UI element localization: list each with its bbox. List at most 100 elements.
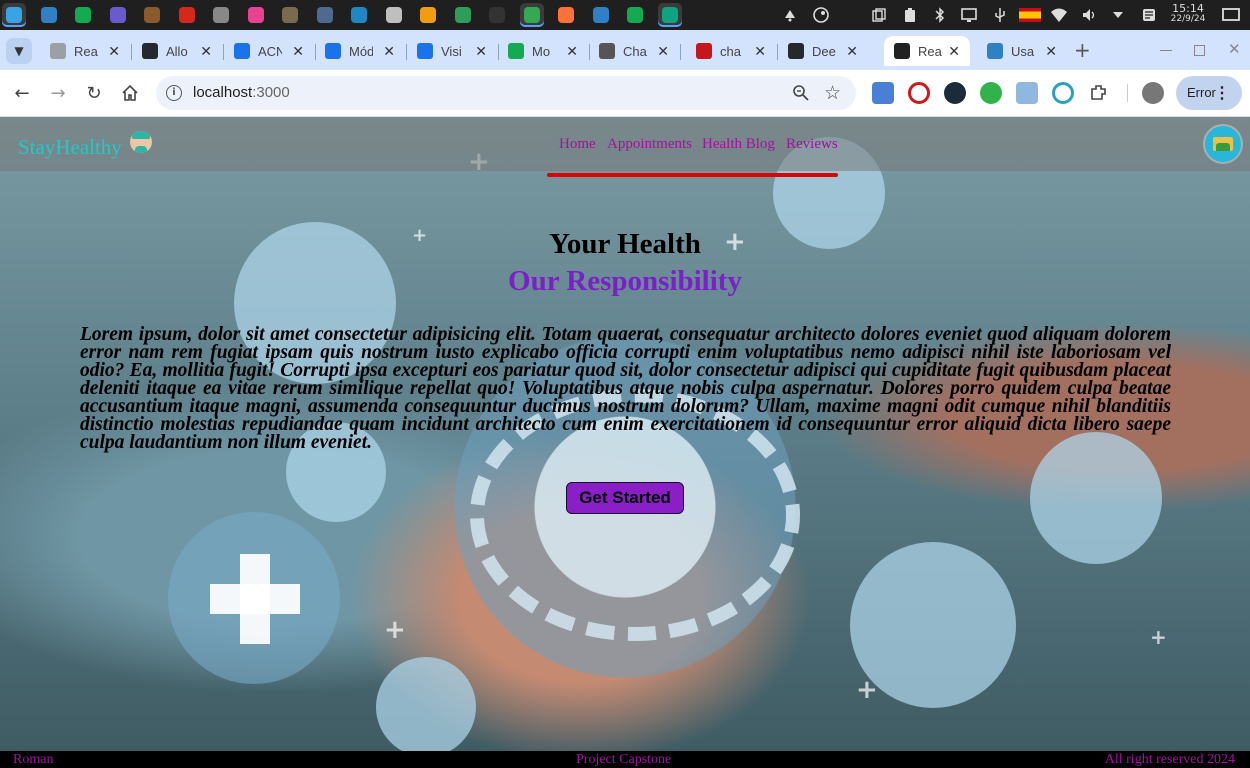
show-desktop-icon[interactable] bbox=[1222, 7, 1240, 23]
keyboard-layout-spain-flag-icon[interactable] bbox=[1019, 8, 1041, 22]
get-started-button[interactable]: Get Started bbox=[566, 482, 684, 514]
color-picker-app-icon[interactable] bbox=[416, 3, 440, 27]
tab-close-icon[interactable]: ✕ bbox=[383, 43, 395, 59]
usb-icon[interactable] bbox=[992, 7, 1008, 23]
battery-icon[interactable] bbox=[902, 7, 918, 23]
android-studio-icon[interactable] bbox=[451, 3, 475, 27]
chrome-icon[interactable] bbox=[519, 3, 544, 27]
archive-app-icon[interactable] bbox=[313, 3, 337, 27]
maximize-icon[interactable] bbox=[1194, 45, 1205, 56]
tab-acn[interactable]: ACN ✕ bbox=[224, 36, 314, 66]
files-app-icon[interactable] bbox=[382, 3, 406, 27]
tab-close-icon[interactable]: ✕ bbox=[108, 43, 120, 59]
footer-project: Project Capstone bbox=[576, 752, 672, 767]
profile-avatar-icon[interactable] bbox=[1205, 126, 1241, 162]
vscode-icon[interactable] bbox=[37, 3, 61, 27]
close-window-icon[interactable]: ✕ bbox=[1228, 40, 1241, 58]
red-triangle-app-icon-glyph bbox=[178, 7, 195, 23]
vscode-icon-2-glyph bbox=[592, 7, 609, 23]
gimp-icon[interactable] bbox=[278, 3, 302, 27]
favicon-icon bbox=[234, 43, 250, 59]
zoom-icon[interactable] bbox=[792, 84, 810, 106]
blue-circle-app-icon[interactable] bbox=[347, 3, 371, 27]
translate-extension-icon[interactable] bbox=[872, 82, 894, 104]
brand-logo-text[interactable]: StayHealthy bbox=[18, 135, 122, 160]
tray-expand-icon[interactable] bbox=[1110, 7, 1126, 23]
brand-doctor-icon bbox=[130, 131, 152, 153]
nav-link-appointments[interactable]: Appointments bbox=[607, 136, 692, 153]
mongodb-compass-icon[interactable] bbox=[71, 3, 95, 27]
tab-react-1[interactable]: Rea ✕ bbox=[40, 36, 130, 66]
notification-icon[interactable] bbox=[782, 7, 798, 23]
tab-visi[interactable]: Visi ✕ bbox=[407, 36, 497, 66]
tab-close-icon[interactable]: ✕ bbox=[566, 43, 578, 59]
tab-chatgpt[interactable]: Cha ✕ bbox=[589, 36, 679, 66]
address-bar[interactable]: i localhost:3000 ☆ bbox=[156, 76, 856, 110]
site-navbar: StayHealthy Home Appointments Health Blo… bbox=[0, 117, 1250, 171]
site-info-icon[interactable]: i bbox=[166, 85, 182, 101]
volume-icon[interactable] bbox=[1081, 7, 1097, 23]
web-page: + + + + + + StayHealthy Home Appointment… bbox=[0, 117, 1250, 768]
ring-extension-icon[interactable] bbox=[1052, 82, 1074, 104]
block-extension-icon[interactable] bbox=[908, 82, 930, 104]
system-clock[interactable]: 15:14 22/9/24 bbox=[1164, 3, 1212, 24]
display-icon[interactable] bbox=[961, 7, 977, 23]
tab-title: Mód bbox=[349, 43, 373, 59]
sparkle-icon: + bbox=[856, 675, 878, 705]
chatgpt-icon[interactable] bbox=[657, 3, 682, 27]
blue-circle-app-icon-glyph bbox=[351, 7, 367, 23]
profile-error-button[interactable]: Error ⋮ bbox=[1176, 76, 1242, 110]
minecraft-icon[interactable] bbox=[140, 3, 164, 27]
capture-extension-icon[interactable] bbox=[1016, 82, 1038, 104]
steam-icon[interactable] bbox=[813, 7, 829, 23]
forward-arrow-icon[interactable]: → bbox=[46, 81, 70, 105]
new-tab-plus-icon[interactable]: + bbox=[1074, 38, 1091, 62]
user-avatar[interactable] bbox=[1142, 82, 1164, 104]
color-picker-app-icon-glyph bbox=[420, 7, 436, 23]
favicon-icon bbox=[696, 43, 712, 59]
firefox-icon[interactable] bbox=[554, 3, 578, 27]
red-triangle-app-icon[interactable] bbox=[175, 3, 199, 27]
tab-github[interactable]: Allo ✕ bbox=[132, 36, 222, 66]
tab-close-icon[interactable]: ✕ bbox=[846, 43, 858, 59]
minimize-icon[interactable] bbox=[1160, 50, 1172, 51]
notes-icon[interactable] bbox=[1141, 7, 1157, 23]
app-launcher-icon[interactable] bbox=[2, 3, 26, 27]
color-wheel-app-icon[interactable] bbox=[244, 3, 268, 27]
tab-modulo[interactable]: Mód ✕ bbox=[315, 36, 405, 66]
nav-link-reviews[interactable]: Reviews bbox=[786, 136, 838, 153]
tab-cha[interactable]: cha ✕ bbox=[686, 36, 776, 66]
terminal-icon[interactable] bbox=[485, 3, 509, 27]
tab-close-icon[interactable]: ✕ bbox=[657, 43, 669, 59]
mongodb-icon[interactable] bbox=[623, 3, 647, 27]
vscode-icon-2[interactable] bbox=[589, 3, 613, 27]
app-purple-icon[interactable] bbox=[106, 3, 130, 27]
dev-extension-icon[interactable] bbox=[944, 82, 966, 104]
back-arrow-icon[interactable]: ← bbox=[10, 81, 34, 105]
tab-close-icon[interactable]: ✕ bbox=[948, 43, 960, 59]
home-icon[interactable] bbox=[118, 81, 142, 105]
wifi-icon[interactable] bbox=[1050, 7, 1067, 23]
tab-search-chevron-down-icon[interactable]: ▼ bbox=[6, 38, 32, 64]
play-extension-icon[interactable] bbox=[980, 82, 1002, 104]
tab-close-icon[interactable]: ✕ bbox=[1045, 43, 1057, 59]
bluetooth-icon[interactable] bbox=[932, 7, 948, 23]
favicon-icon bbox=[599, 43, 615, 59]
tab-close-icon[interactable]: ✕ bbox=[200, 43, 212, 59]
aperture-app-icon[interactable] bbox=[209, 3, 233, 27]
reload-icon[interactable]: ↻ bbox=[82, 81, 106, 105]
clipboard-icon[interactable] bbox=[871, 7, 887, 23]
tab-react-active[interactable]: Rea ✕ bbox=[884, 36, 970, 66]
tab-usa[interactable]: Usa ✕ bbox=[977, 36, 1067, 66]
tab-dee[interactable]: Dee ✕ bbox=[778, 36, 868, 66]
nav-link-health-blog[interactable]: Health Blog bbox=[702, 136, 775, 153]
nav-link-home[interactable]: Home bbox=[559, 136, 596, 153]
tab-close-icon[interactable]: ✕ bbox=[754, 43, 766, 59]
tab-close-icon[interactable]: ✕ bbox=[475, 43, 487, 59]
bookmark-star-icon[interactable]: ☆ bbox=[824, 82, 841, 104]
tab-close-icon[interactable]: ✕ bbox=[292, 43, 304, 59]
menu-kebab-icon[interactable]: ⋮ bbox=[1214, 83, 1230, 103]
extensions-puzzle-icon[interactable] bbox=[1088, 82, 1110, 104]
tab-mongo[interactable]: Mo ✕ bbox=[498, 36, 588, 66]
favicon-icon bbox=[508, 43, 524, 59]
